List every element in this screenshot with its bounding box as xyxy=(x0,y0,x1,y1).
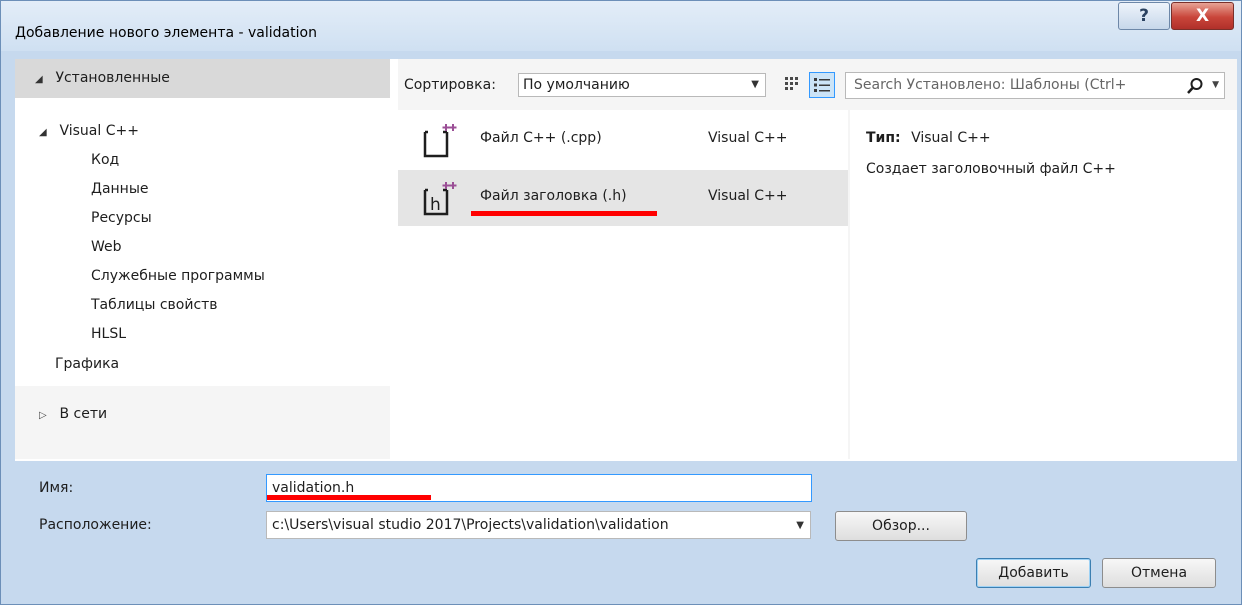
expanded-arrow-icon[interactable]: ◢ xyxy=(35,60,51,99)
close-button[interactable]: X xyxy=(1171,2,1234,30)
tree-item-visual-cpp[interactable]: ◢ Visual C++ xyxy=(39,121,139,143)
tree-item-web[interactable]: Web xyxy=(91,237,122,257)
tree-item-label: Visual C++ xyxy=(59,123,139,139)
type-value: Visual C++ xyxy=(911,130,991,146)
cpp-file-icon xyxy=(420,120,460,160)
tree-item-utilities[interactable]: Служебные программы xyxy=(91,266,265,286)
list-view-icon[interactable] xyxy=(809,72,835,98)
location-dropdown[interactable]: c:\Users\visual studio 2017\Projects\val… xyxy=(266,511,811,539)
tree-item-label: В сети xyxy=(59,406,108,422)
tree-item-graphics[interactable]: Графика xyxy=(55,354,119,374)
tree-item-property-sheets[interactable]: Таблицы свойств xyxy=(91,295,218,315)
template-name: Файл заголовка (.h) xyxy=(480,188,627,204)
small-icons-view-icon[interactable] xyxy=(779,72,805,98)
search-placeholder: Search Установлено: Шаблоны (Ctrl+ xyxy=(854,77,1127,93)
add-button[interactable]: Добавить xyxy=(976,558,1091,588)
toolbar: Сортировка: По умолчанию ▼ Search Устано… xyxy=(398,59,1237,110)
search-icon[interactable] xyxy=(1186,77,1204,98)
detail-type: Тип: Visual C++ xyxy=(866,130,991,146)
browse-button[interactable]: Обзор... xyxy=(835,511,967,541)
annotation-underline xyxy=(267,495,431,500)
tree-item-resources[interactable]: Ресурсы xyxy=(91,208,152,228)
template-item-cpp[interactable]: Файл C++ (.cpp) Visual C++ xyxy=(398,112,848,168)
template-list: Файл C++ (.cpp) Visual C++ h Файл заголо… xyxy=(398,110,848,459)
annotation-underline xyxy=(471,211,657,216)
tree-item-data[interactable]: Данные xyxy=(91,179,149,199)
title-bar: Добавление нового элемента - validation … xyxy=(1,1,1241,51)
template-item-header[interactable]: h Файл заголовка (.h) Visual C++ xyxy=(398,170,848,226)
header-file-icon: h xyxy=(420,178,460,218)
dropdown-arrow-icon: ▼ xyxy=(796,520,804,531)
dialog-content: ◢ Установленные ◢ Visual C++ Код Данные … xyxy=(15,59,1237,461)
type-label: Тип: xyxy=(866,130,901,146)
template-area: Сортировка: По умолчанию ▼ Search Устано… xyxy=(398,59,1237,459)
dropdown-arrow-icon: ▼ xyxy=(751,79,759,90)
sort-label: Сортировка: xyxy=(404,77,496,93)
window-title: Добавление нового элемента - validation xyxy=(15,25,317,41)
search-input[interactable]: Search Установлено: Шаблоны (Ctrl+ ▼ xyxy=(845,72,1225,99)
location-label: Расположение: xyxy=(39,517,152,533)
dialog-window: Добавление нового элемента - validation … xyxy=(0,0,1242,605)
detail-description: Создает заголовочный файл C++ xyxy=(866,161,1116,177)
tree-item-hlsl[interactable]: HLSL xyxy=(91,324,126,344)
chevron-down-icon[interactable]: ▼ xyxy=(1212,73,1219,98)
installed-header[interactable]: ◢ Установленные xyxy=(15,59,390,98)
details-panel: Тип: Visual C++ Создает заголовочный фай… xyxy=(850,110,1237,459)
template-language: Visual C++ xyxy=(708,188,788,204)
name-label: Имя: xyxy=(39,480,74,496)
installed-label: Установленные xyxy=(55,70,170,86)
tree-item-online[interactable]: ▷ В сети xyxy=(39,404,107,426)
help-button[interactable]: ? xyxy=(1118,2,1170,30)
template-name: Файл C++ (.cpp) xyxy=(480,130,602,146)
collapsed-arrow-icon[interactable]: ▷ xyxy=(39,406,55,426)
svg-text:h: h xyxy=(430,195,441,215)
cancel-button[interactable]: Отмена xyxy=(1102,558,1216,588)
sort-dropdown[interactable]: По умолчанию ▼ xyxy=(518,73,766,97)
category-tree: ◢ Visual C++ Код Данные Ресурсы Web Служ… xyxy=(15,98,390,386)
expanded-arrow-icon[interactable]: ◢ xyxy=(39,123,55,143)
sort-value: По умолчанию xyxy=(523,77,630,93)
tree-item-code[interactable]: Код xyxy=(91,150,119,170)
category-panel: ◢ Установленные ◢ Visual C++ Код Данные … xyxy=(15,59,390,459)
template-language: Visual C++ xyxy=(708,130,788,146)
location-value: c:\Users\visual studio 2017\Projects\val… xyxy=(272,517,669,533)
